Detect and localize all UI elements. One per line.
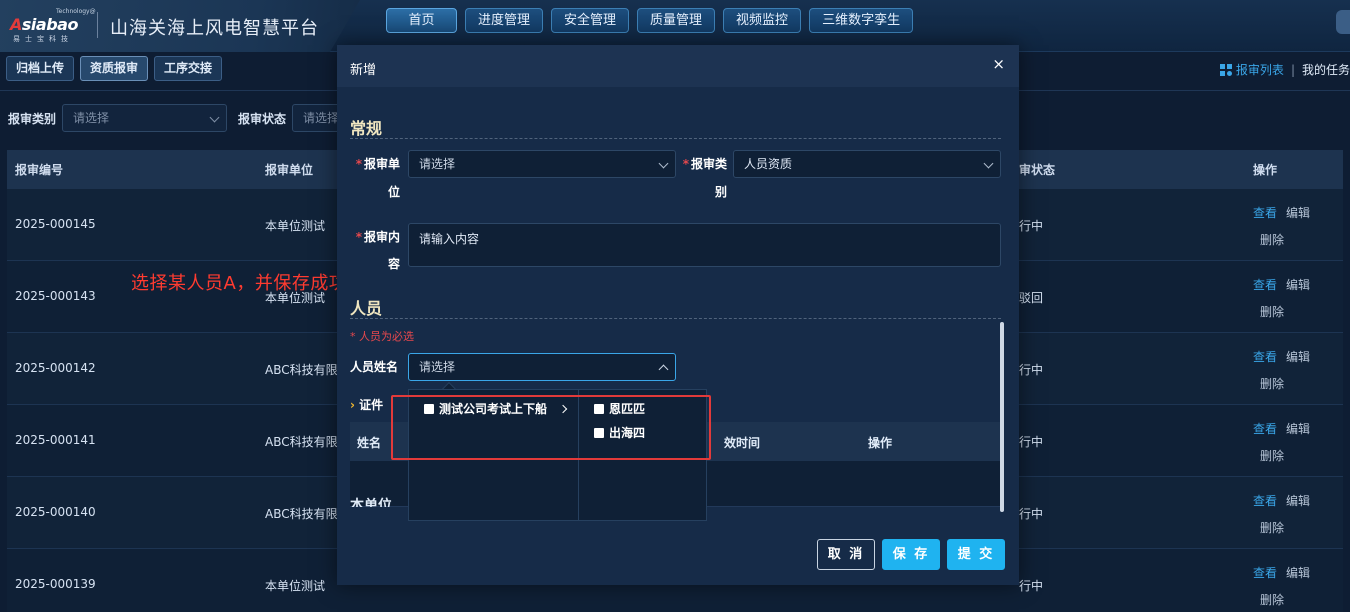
sub-header-ops: 操作	[868, 436, 893, 450]
nav-digital-twin[interactable]: 三维数字孪生	[809, 8, 914, 33]
chevron-down-icon	[983, 158, 994, 169]
sub-tabs: 归档上传 资质报审 工序交接	[6, 56, 223, 81]
row-unit: ABC科技有限	[265, 435, 338, 449]
section-divider	[350, 138, 1001, 139]
row-no: 2025-000141	[15, 433, 96, 447]
logo-divider	[97, 12, 98, 38]
row-no: 2025-000139	[15, 577, 96, 591]
tab-process-handover[interactable]: 工序交接	[154, 56, 223, 81]
type-label: * 报审类	[682, 157, 727, 171]
person-name-label: 人员姓名	[350, 360, 399, 374]
edit-link[interactable]: 编辑	[1286, 204, 1310, 221]
row-unit: ABC科技有限	[265, 363, 338, 377]
header-ops: 操作	[1253, 163, 1278, 177]
delete-link[interactable]: 删除	[1260, 375, 1284, 392]
logo-cn-text: 易士宝科技	[13, 35, 73, 43]
filter-type-select[interactable]: 请选择	[62, 104, 228, 132]
row-unit: 本单位测试	[265, 579, 326, 593]
tab-archive-upload[interactable]: 归档上传	[6, 56, 75, 81]
filter-status-label: 报审状态	[238, 111, 287, 126]
chevron-down-icon	[209, 112, 220, 123]
row-no: 2025-000143	[15, 289, 96, 303]
main-nav: 首页 进度管理 安全管理 质量管理 视频监控 三维数字孪生	[386, 8, 914, 33]
delete-link[interactable]: 删除	[1260, 447, 1284, 464]
header-status: 审状态	[1019, 163, 1056, 177]
dialog-title: 新增	[350, 63, 377, 78]
sub-header-name: 姓名	[357, 436, 382, 450]
type-select[interactable]: 人员资质	[733, 150, 1001, 178]
header-unit: 报审单位	[265, 163, 314, 177]
company-logo: Technology@ Asiabao 易士宝科技	[10, 8, 96, 43]
content-label: * 报审内	[355, 230, 400, 244]
view-link[interactable]: 查看	[1253, 564, 1277, 581]
section-divider	[350, 318, 1001, 319]
toolbar-right: 报审列表 | 我的任务	[1219, 61, 1350, 78]
dialog-header: 新增 ×	[337, 45, 1019, 87]
row-no: 2025-000142	[15, 361, 96, 375]
view-link[interactable]: 查看	[1253, 492, 1277, 509]
partial-row-text: 本单位	[350, 498, 392, 507]
row-no: 2025-000145	[15, 217, 96, 231]
type-label-wrap: 别	[714, 185, 727, 199]
edit-link[interactable]: 编辑	[1286, 276, 1310, 293]
nav-quality[interactable]: 质量管理	[637, 8, 716, 33]
grid-icon	[1219, 63, 1232, 76]
required-note: * 人员为必选	[350, 330, 414, 343]
filter-type-label: 报审类别	[8, 111, 57, 126]
tab-qualification-review[interactable]: 资质报审	[80, 56, 149, 81]
logo-mark: Asiabao	[10, 15, 78, 34]
submit-button[interactable]: 提 交	[947, 539, 1005, 570]
edit-link[interactable]: 编辑	[1286, 420, 1310, 437]
delete-link[interactable]: 删除	[1260, 303, 1284, 320]
review-list-link[interactable]: 报审列表	[1236, 61, 1284, 78]
row-status: 行中	[1019, 363, 1044, 377]
unit-label-wrap: 位	[387, 185, 400, 199]
delete-link[interactable]: 删除	[1260, 231, 1284, 248]
row-status: 行中	[1019, 507, 1044, 521]
highlight-box	[391, 395, 711, 460]
edit-link[interactable]: 编辑	[1286, 492, 1310, 509]
row-status: 行中	[1019, 219, 1044, 233]
my-tasks-link[interactable]: 我的任务	[1302, 61, 1350, 78]
save-button[interactable]: 保 存	[882, 539, 940, 570]
certificate-label: › 证件	[350, 398, 384, 412]
chevron-up-icon	[658, 364, 669, 375]
header-no: 报审编号	[15, 163, 64, 177]
chevron-down-icon	[658, 158, 669, 169]
nav-home[interactable]: 首页	[386, 8, 457, 33]
delete-link[interactable]: 删除	[1260, 519, 1284, 536]
content-label-wrap: 容	[387, 257, 400, 271]
row-no: 2025-000140	[15, 505, 96, 519]
row-status: 行中	[1019, 579, 1044, 593]
unit-label: * 报审单	[355, 157, 400, 171]
view-link[interactable]: 查看	[1253, 276, 1277, 293]
unit-select[interactable]: 请选择	[408, 150, 676, 178]
nav-progress[interactable]: 进度管理	[465, 8, 544, 33]
app-title: 山海关海上风电智慧平台	[110, 18, 319, 39]
header-corner-icon[interactable]	[1336, 10, 1350, 34]
cancel-button[interactable]: 取 消	[817, 539, 875, 570]
nav-safety[interactable]: 安全管理	[551, 8, 630, 33]
toolbar-separator: |	[1290, 62, 1295, 77]
content-textarea[interactable]: 请输入内容	[408, 223, 1001, 267]
view-link[interactable]: 查看	[1253, 348, 1277, 365]
row-unit: 本单位测试	[265, 219, 326, 233]
sub-header-valid-time: 效时间	[724, 436, 761, 450]
row-unit: ABC科技有限	[265, 507, 338, 521]
row-status: 驳回	[1019, 291, 1044, 305]
edit-link[interactable]: 编辑	[1286, 564, 1310, 581]
close-icon[interactable]: ×	[992, 55, 1005, 73]
view-link[interactable]: 查看	[1253, 204, 1277, 221]
edit-link[interactable]: 编辑	[1286, 348, 1310, 365]
filter-type: 报审类别 请选择	[8, 104, 228, 132]
logo-tech-text: Technology@	[56, 8, 96, 15]
row-status: 行中	[1019, 435, 1044, 449]
delete-link[interactable]: 删除	[1260, 591, 1284, 608]
section-general-title: 常规	[350, 119, 383, 138]
nav-video[interactable]: 视频监控	[723, 8, 802, 33]
person-name-select[interactable]: 请选择	[408, 353, 676, 381]
section-person-title: 人员	[350, 299, 383, 318]
view-link[interactable]: 查看	[1253, 420, 1277, 437]
dialog-scrollbar[interactable]	[1000, 322, 1004, 512]
